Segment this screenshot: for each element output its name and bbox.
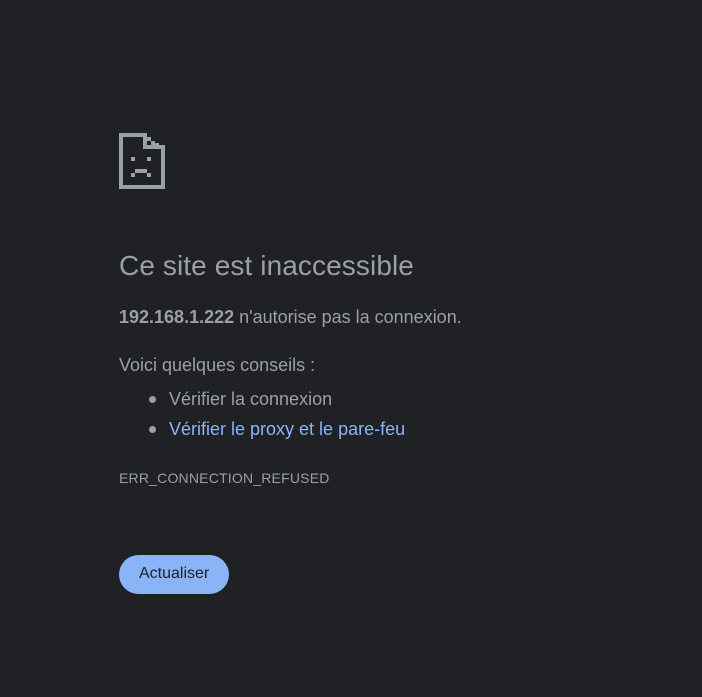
reload-button[interactable]: Actualiser <box>119 554 230 594</box>
sad-page-icon <box>119 133 165 189</box>
error-code: ERR_CONNECTION_REFUSED <box>119 469 330 486</box>
page-title: Ce site est inaccessible <box>119 250 414 281</box>
error-page: Ce site est inaccessible 192.168.1.222 n… <box>119 133 679 594</box>
suggestions-heading: Voici quelques conseils : <box>119 355 316 376</box>
error-message-text: n'autorise pas la connexion. <box>234 306 462 327</box>
suggestions-list: Vérifier la connexion Vérifier le proxy … <box>119 384 679 444</box>
suggestion-check-proxy[interactable]: Vérifier le proxy et le pare-feu <box>147 414 679 444</box>
error-message: 192.168.1.222 n'autorise pas la connexio… <box>119 307 679 329</box>
host-address: 192.168.1.222 <box>119 306 235 327</box>
suggestion-check-connection: Vérifier la connexion <box>147 384 679 414</box>
check-proxy-firewall-link[interactable]: Vérifier le proxy et le pare-feu <box>169 419 405 439</box>
